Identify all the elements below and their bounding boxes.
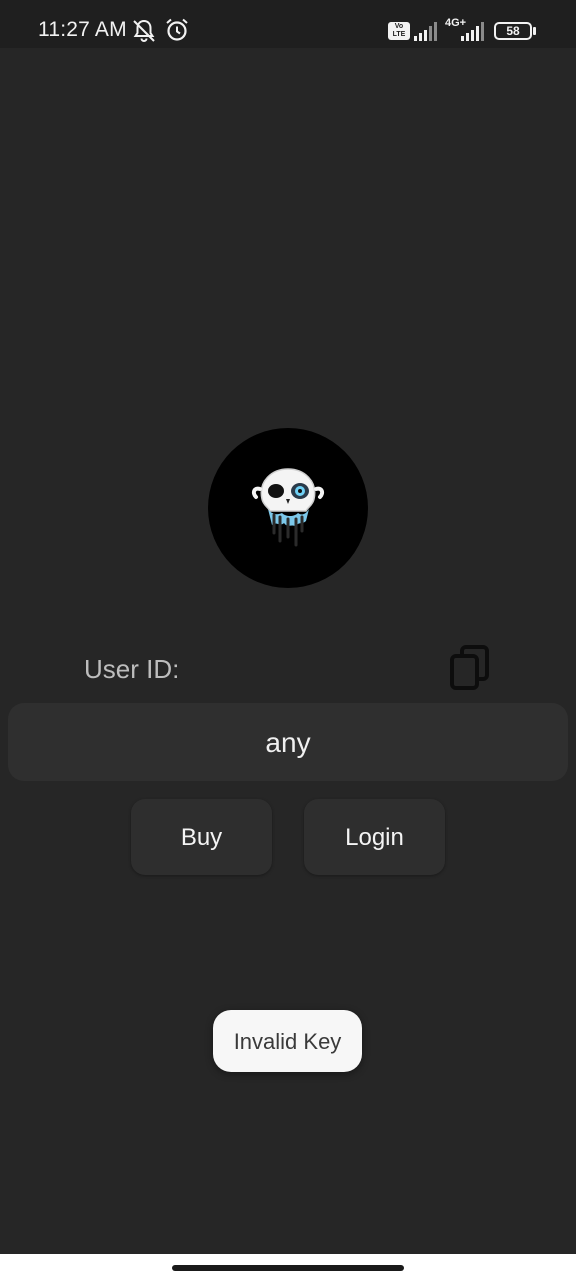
status-bar: 11:27 AM Vo LTE 4G+ 58 (0, 0, 576, 48)
signal-icon (414, 22, 437, 41)
user-id-label: User ID: (84, 654, 180, 684)
login-button[interactable]: Login (304, 799, 445, 875)
invalid-key-toast: Invalid Key (213, 1010, 362, 1072)
buy-button[interactable]: Buy (131, 799, 272, 875)
status-time: 11:27 AM (38, 18, 127, 41)
battery-icon: 58 (494, 22, 532, 40)
app-screen: 11:27 AM Vo LTE 4G+ 58 User ID: any Buy … (0, 0, 576, 1280)
navigation-bar (0, 1254, 576, 1280)
skull-logo-icon (251, 468, 325, 547)
key-input[interactable]: any (8, 703, 568, 781)
alarm-icon (166, 18, 188, 41)
home-indicator[interactable] (172, 1265, 404, 1271)
dnd-icon (133, 19, 155, 42)
signal-icon-sim2 (461, 22, 484, 41)
copy-icon[interactable] (448, 644, 492, 692)
battery-cap (533, 27, 536, 35)
volte-badge: Vo LTE (388, 22, 410, 40)
app-logo (208, 428, 368, 588)
